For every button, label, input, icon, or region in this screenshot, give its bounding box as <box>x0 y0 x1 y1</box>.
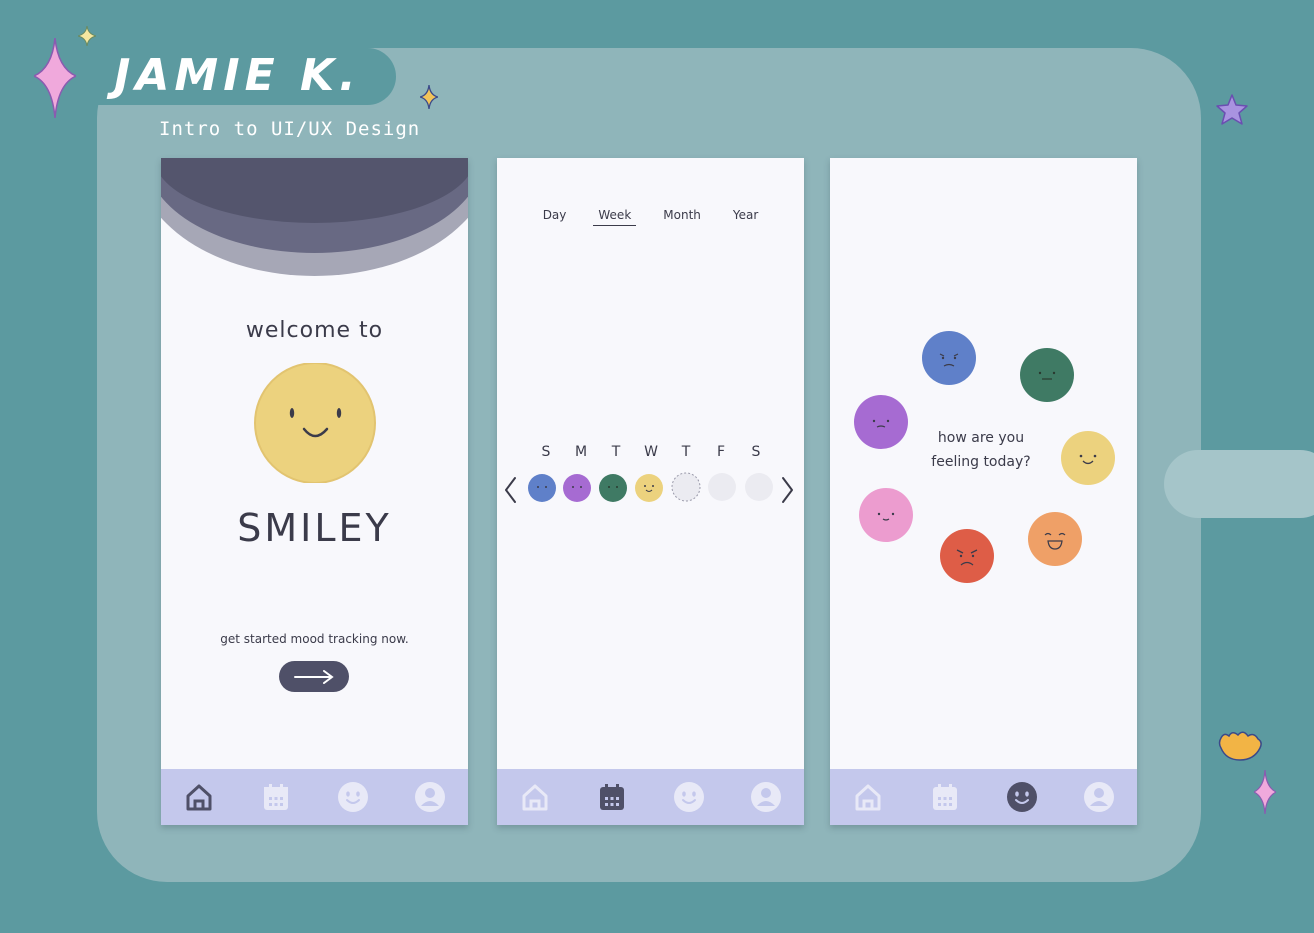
smiley-icon <box>337 782 368 812</box>
nav-home[interactable] <box>515 777 555 817</box>
get-started-button[interactable] <box>279 661 349 692</box>
home-icon <box>522 784 548 811</box>
mood-prompt: how are you feeling today? <box>916 426 1046 474</box>
mood-option-purple[interactable] <box>852 394 910 450</box>
chevron-left-icon[interactable] <box>505 477 516 503</box>
nav-profile[interactable] <box>746 777 786 817</box>
weekday-label: S <box>751 444 761 460</box>
mood-prompt-line1: how are you <box>937 430 1025 446</box>
bottom-nav <box>161 769 468 825</box>
day-mood-empty[interactable] <box>745 473 773 501</box>
nav-calendar[interactable] <box>256 777 296 817</box>
screen-welcome: welcome to SMILEY get started mood track… <box>161 158 468 825</box>
cloud-orange-icon <box>1218 731 1262 761</box>
mood-option-pink[interactable] <box>857 487 915 543</box>
weekday-labels: S M T W T F S <box>531 444 771 460</box>
side-tab <box>1164 450 1314 518</box>
weekday-label: M <box>574 444 588 460</box>
mood-option-yellow[interactable] <box>1059 430 1117 486</box>
tab-year[interactable]: Year <box>728 208 763 226</box>
mood-option-blue[interactable] <box>920 330 978 386</box>
home-icon <box>855 784 881 811</box>
calendar-icon <box>264 784 289 810</box>
day-mood-empty[interactable] <box>708 473 736 501</box>
smiley-logo <box>254 363 376 483</box>
nav-calendar[interactable] <box>925 777 965 817</box>
day-mood-blue[interactable] <box>528 474 556 502</box>
sparkle-pink-icon <box>34 38 76 118</box>
weekday-label: F <box>716 444 726 460</box>
profile-icon <box>1083 782 1114 812</box>
nav-calendar[interactable] <box>592 777 632 817</box>
tab-week[interactable]: Week <box>593 208 637 226</box>
chevron-right-icon[interactable] <box>782 477 793 503</box>
author-name: JAMIE K. <box>114 50 361 101</box>
nav-home[interactable] <box>848 777 888 817</box>
nav-mood[interactable] <box>333 777 373 817</box>
home-icon <box>186 784 212 811</box>
week-mood-row <box>505 472 793 503</box>
nav-mood[interactable] <box>1002 777 1042 817</box>
sparkle-small-gold-icon <box>420 85 438 109</box>
calendar-icon <box>933 784 958 810</box>
bottom-nav <box>830 769 1137 825</box>
app-name: SMILEY <box>237 506 392 550</box>
tab-day[interactable]: Day <box>538 208 572 226</box>
day-mood-yellow[interactable] <box>635 474 663 502</box>
weekday-label: T <box>611 444 621 460</box>
nav-profile[interactable] <box>1079 777 1119 817</box>
mood-option-red[interactable] <box>938 528 996 584</box>
course-subtitle: Intro to UI/UX Design <box>159 118 421 140</box>
day-mood-today-empty[interactable] <box>671 472 701 502</box>
weekday-label: W <box>644 444 658 460</box>
mood-option-orange[interactable] <box>1026 511 1084 567</box>
mood-option-green[interactable] <box>1018 347 1076 403</box>
nav-profile[interactable] <box>410 777 450 817</box>
day-mood-green[interactable] <box>599 474 627 502</box>
sparkle-small-yellow-icon <box>78 26 96 46</box>
profile-icon <box>750 782 781 812</box>
nav-home[interactable] <box>179 777 219 817</box>
cta-text: get started mood tracking now. <box>220 632 409 646</box>
weekday-label: T <box>681 444 691 460</box>
weekday-label: S <box>541 444 551 460</box>
sparkle-pink-small-icon <box>1254 770 1276 814</box>
period-tabs: Day Week Month Year <box>497 208 804 226</box>
screen-mood-picker: how are you feeling today? <box>830 158 1137 825</box>
day-mood-purple[interactable] <box>563 474 591 502</box>
star-purple-icon <box>1216 94 1248 125</box>
tab-month[interactable]: Month <box>658 208 706 226</box>
header-arch <box>161 158 468 276</box>
welcome-text: welcome to <box>245 318 384 343</box>
profile-icon <box>414 782 445 812</box>
smiley-icon <box>673 782 704 812</box>
bottom-nav <box>497 769 804 825</box>
calendar-icon <box>600 784 625 810</box>
nav-mood[interactable] <box>669 777 709 817</box>
arrow-right-icon <box>294 669 334 684</box>
smiley-icon <box>1006 782 1037 812</box>
screen-tracker: Day Week Month Year S M T W T F S <box>497 158 804 825</box>
mood-prompt-line2: feeling today? <box>931 454 1031 470</box>
